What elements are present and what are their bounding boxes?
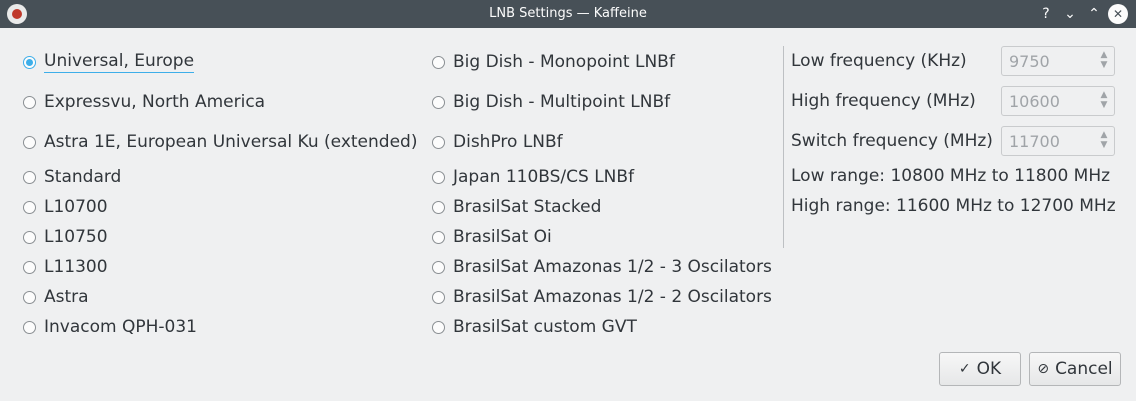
radio-japan-110bs[interactable]: Japan 110BS/CS LNBf: [432, 166, 634, 188]
radio-indicator[interactable]: [23, 230, 36, 244]
spin-arrows-icon[interactable]: ▲ ▼: [1099, 90, 1109, 112]
vertical-divider: [783, 46, 784, 248]
radio-indicator[interactable]: [432, 320, 445, 334]
spin-arrows-icon[interactable]: ▲ ▼: [1099, 50, 1109, 72]
high-frequency-label: High frequency (MHz): [791, 91, 976, 111]
radio-label: Standard: [44, 167, 122, 187]
radio-brasilsat-amazonas-2[interactable]: BrasilSat Amazonas 1/2 - 2 Oscilators: [432, 286, 772, 308]
radio-indicator[interactable]: [432, 95, 445, 109]
radio-indicator[interactable]: [23, 170, 36, 184]
ok-button[interactable]: ✓ OK: [939, 352, 1021, 386]
radio-label: Universal, Europe: [44, 51, 195, 73]
radio-standard[interactable]: Standard: [23, 166, 121, 188]
radio-universal-europe[interactable]: Universal, Europe: [23, 51, 195, 73]
radio-indicator[interactable]: [432, 230, 445, 244]
cancel-button[interactable]: ⊘ Cancel: [1029, 352, 1121, 386]
radio-astra[interactable]: Astra: [23, 286, 89, 308]
radio-big-dish-multipoint[interactable]: Big Dish - Multipoint LNBf: [432, 91, 670, 113]
radio-brasilsat-oi[interactable]: BrasilSat Oi: [432, 226, 552, 248]
radio-label: Astra: [44, 287, 89, 307]
switch-frequency-spinbox[interactable]: 11700 ▲ ▼: [1001, 126, 1115, 156]
low-range-text: Low range: 10800 MHz to 11800 MHz: [791, 166, 1111, 186]
radio-expressvu[interactable]: Expressvu, North America: [23, 91, 265, 113]
radio-indicator[interactable]: [23, 95, 36, 109]
radio-label: Big Dish - Monopoint LNBf: [453, 52, 675, 72]
radio-label: Expressvu, North America: [44, 92, 266, 112]
high-range-text: High range: 11600 MHz to 12700 MHz: [791, 196, 1116, 216]
radio-label: BrasilSat custom GVT: [453, 317, 637, 337]
radio-big-dish-monopoint[interactable]: Big Dish - Monopoint LNBf: [432, 51, 675, 73]
cancel-button-label: Cancel: [1055, 359, 1113, 379]
window-title: LNB Settings — Kaffeine: [489, 6, 647, 21]
radio-invacom[interactable]: Invacom QPH-031: [23, 316, 197, 338]
radio-indicator[interactable]: [432, 260, 445, 274]
high-frequency-spinbox[interactable]: 10600 ▲ ▼: [1001, 86, 1115, 116]
low-frequency-spinbox[interactable]: 9750 ▲ ▼: [1001, 46, 1115, 76]
radio-label: L10700: [44, 197, 108, 217]
radio-label: Invacom QPH-031: [44, 317, 197, 337]
radio-label: BrasilSat Amazonas 1/2 - 3 Oscilators: [453, 257, 772, 277]
radio-l11300[interactable]: L11300: [23, 256, 108, 278]
radio-brasilsat-custom-gvt[interactable]: BrasilSat custom GVT: [432, 316, 637, 338]
radio-indicator[interactable]: [432, 135, 445, 149]
radio-indicator[interactable]: [23, 320, 36, 334]
radio-indicator[interactable]: [23, 55, 36, 69]
radio-indicator[interactable]: [23, 200, 36, 214]
radio-label: Big Dish - Multipoint LNBf: [453, 92, 671, 112]
radio-label: L10750: [44, 227, 108, 247]
checkmark-icon: ✓: [958, 361, 971, 377]
radio-l10750[interactable]: L10750: [23, 226, 108, 248]
radio-indicator[interactable]: [432, 200, 445, 214]
radio-label: Astra 1E, European Universal Ku (extende…: [44, 132, 418, 152]
radio-dishpro[interactable]: DishPro LNBf: [432, 131, 563, 153]
radio-label: BrasilSat Oi: [453, 227, 552, 247]
chevron-down-icon[interactable]: ⌄: [1060, 4, 1080, 24]
radio-label: L11300: [44, 257, 108, 277]
radio-indicator[interactable]: [23, 135, 36, 149]
help-icon[interactable]: ?: [1036, 4, 1056, 24]
cancel-icon: ⊘: [1037, 361, 1050, 377]
radio-indicator[interactable]: [432, 290, 445, 304]
radio-indicator[interactable]: [23, 260, 36, 274]
radio-label: Japan 110BS/CS LNBf: [453, 167, 635, 187]
radio-l10700[interactable]: L10700: [23, 196, 108, 218]
radio-label: BrasilSat Amazonas 1/2 - 2 Oscilators: [453, 287, 772, 307]
radio-indicator[interactable]: [23, 290, 36, 304]
switch-frequency-label: Switch frequency (MHz): [791, 131, 993, 151]
spin-arrows-icon[interactable]: ▲ ▼: [1099, 130, 1109, 152]
radio-label: BrasilSat Stacked: [453, 197, 602, 217]
spinbox-value: 11700: [1009, 132, 1060, 151]
radio-indicator[interactable]: [432, 170, 445, 184]
spinbox-value: 10600: [1009, 92, 1060, 111]
radio-brasilsat-amazonas-3[interactable]: BrasilSat Amazonas 1/2 - 3 Oscilators: [432, 256, 772, 278]
ok-button-label: OK: [976, 359, 1002, 379]
radio-indicator[interactable]: [432, 55, 445, 69]
close-icon[interactable]: ✕: [1108, 4, 1128, 24]
radio-label: DishPro LNBf: [453, 132, 563, 152]
title-bar: LNB Settings — Kaffeine ? ⌄ ⌃ ✕: [0, 0, 1136, 28]
radio-astra-1e[interactable]: Astra 1E, European Universal Ku (extende…: [23, 131, 417, 153]
chevron-up-icon[interactable]: ⌃: [1084, 4, 1104, 24]
spinbox-value: 9750: [1009, 52, 1050, 71]
low-frequency-label: Low frequency (KHz): [791, 51, 967, 71]
radio-brasilsat-stacked[interactable]: BrasilSat Stacked: [432, 196, 601, 218]
